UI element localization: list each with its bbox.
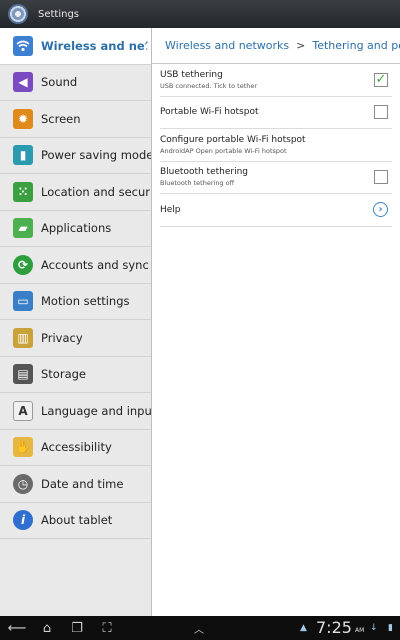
sidebar-item-label: Accounts and sync [41,257,149,272]
sidebar-item-storage[interactable]: ▤ Storage [0,357,151,393]
breadcrumb-separator: > [296,39,306,52]
bluetooth-tethering-checkbox[interactable] [374,170,388,185]
sidebar-item-label: Storage [41,367,86,382]
sidebar-item-accessibility[interactable]: ✋ Accessibility [0,430,151,466]
sidebar-item-label: Screen [41,111,81,126]
download-icon: ↓ [370,623,378,633]
sd-card-icon: ▤ [13,364,33,385]
clock-ampm: AM [355,627,365,634]
sidebar-item-applications[interactable]: ▰ Applications [0,211,151,247]
location-grid-icon: ⁙ [13,181,33,202]
setting-title: Help [160,204,181,215]
chevron-right-icon[interactable]: › [373,202,388,218]
keyboard-a-icon: A [13,400,33,421]
hand-icon: ✋ [13,437,33,458]
title-bar: Settings [0,0,400,28]
bluetooth-tethering-row[interactable]: Bluetooth tethering Bluetooth tethering … [160,162,392,194]
tablet-motion-icon: ▭ [13,291,33,312]
sidebar-item-motion[interactable]: ▭ Motion settings [0,284,151,320]
usb-tethering-row[interactable]: USB tethering USB connected. Tick to tet… [160,64,392,97]
setting-subtitle: USB connected. Tick to tether [160,81,258,90]
wifi-icon [13,35,33,56]
info-icon: i [13,510,33,531]
clock-icon: ◷ [13,473,33,494]
sidebar-item-label: About tablet [41,513,113,528]
android-icon: ▲ [300,623,307,633]
app-title: Settings [38,8,80,20]
sidebar-item-label: Privacy [41,330,83,345]
recent-apps-icon[interactable]: ❐ [62,621,92,636]
breadcrumb: Wireless and networks > Tethering and po… [152,28,400,64]
setting-subtitle: Bluetooth tethering off [160,179,235,188]
clock-time: 7:25 [316,618,352,637]
sidebar-item-power-saving[interactable]: ▮ Power saving mode [0,138,151,174]
sidebar-item-language-input[interactable]: A Language and input [0,393,151,430]
breadcrumb-current: Tethering and por [312,39,400,52]
sidebar-item-accounts-sync[interactable]: ⟳ Accounts and sync [0,247,151,284]
battery-status-icon: ▮ [388,623,393,633]
sidebar-item-label: Wireless and networks [41,38,151,53]
sidebar-item-wireless[interactable]: Wireless and networks [0,28,151,65]
sidebar-item-label: Sound [41,75,78,90]
speaker-icon: ◀ [13,72,33,93]
sidebar-item-label: Language and input [41,403,151,418]
help-row[interactable]: Help › [160,194,392,227]
privacy-icon: ▥ [13,327,33,348]
screenshot-icon[interactable]: ⛶ [92,621,122,636]
sidebar-item-screen[interactable]: ✹ Screen [0,101,151,138]
checkmark-icon: ✓ [375,72,387,88]
chevron-up-icon[interactable]: ︿ [184,621,214,636]
usb-tethering-checkbox[interactable]: ✓ [374,72,388,88]
sidebar-item-label: Motion settings [41,294,130,309]
applications-icon: ▰ [13,218,33,239]
settings-gear-icon [8,4,28,24]
sidebar-item-label: Location and security [41,184,151,199]
system-bar: ⟵ ⌂ ❐ ⛶ ︿ ▲ 7:25 AM ↓ ▮ [0,616,400,640]
setting-title: Portable Wi-Fi hotspot [160,107,259,118]
sidebar-item-label: Accessibility [41,440,112,455]
tethering-panel: Wireless and networks > Tethering and po… [152,28,400,616]
sidebar-item-location-security[interactable]: ⁙ Location and security [0,174,151,211]
sidebar-item-label: Applications [41,221,112,236]
sidebar-item-date-time[interactable]: ◷ Date and time [0,466,151,503]
sidebar-item-sound[interactable]: ◀ Sound [0,65,151,101]
sidebar-item-about-tablet[interactable]: i About tablet [0,503,151,539]
configure-hotspot-row[interactable]: Configure portable Wi-Fi hotspot Android… [160,129,392,162]
sidebar-item-label: Date and time [41,476,124,491]
setting-title: Bluetooth tethering [160,167,249,178]
back-arrow-icon[interactable]: ⟵ [2,621,32,636]
breadcrumb-parent[interactable]: Wireless and networks [165,39,289,52]
sidebar-item-label: Power saving mode [41,148,151,163]
sync-icon: ⟳ [13,254,33,275]
setting-subtitle: AndroidAP Open portable Wi-Fi hotspot [160,146,287,155]
portable-hotspot-row[interactable]: Portable Wi-Fi hotspot [160,97,392,129]
setting-title: Configure portable Wi-Fi hotspot [160,134,306,145]
home-icon[interactable]: ⌂ [32,621,62,636]
battery-icon: ▮ [13,145,33,166]
brightness-icon: ✹ [13,108,33,129]
settings-sidebar: Wireless and networks ◀ Sound ✹ Screen ▮… [0,28,152,616]
sidebar-item-privacy[interactable]: ▥ Privacy [0,320,151,357]
portable-hotspot-checkbox[interactable] [374,105,388,120]
setting-title: USB tethering [160,69,223,80]
